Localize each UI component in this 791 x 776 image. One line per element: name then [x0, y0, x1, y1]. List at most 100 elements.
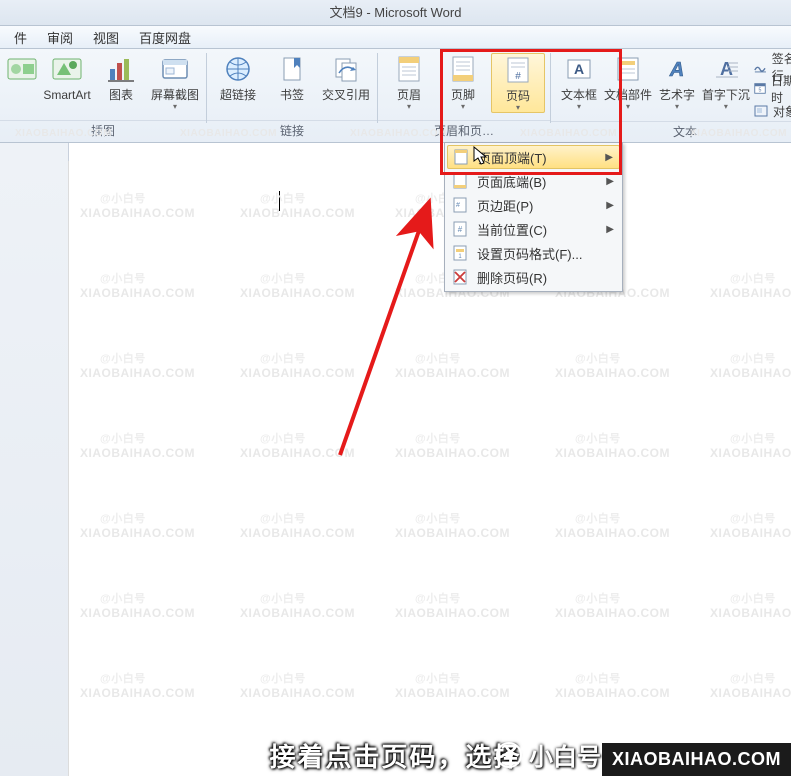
page[interactable]	[68, 161, 791, 776]
menu-item-page-margins[interactable]: # 页边距(P) ▶	[447, 193, 620, 217]
chevron-down-icon: ▾	[626, 102, 630, 111]
signature-icon	[753, 59, 768, 75]
button-label: 首字下沉	[702, 88, 750, 102]
group-label: 插图	[0, 120, 206, 143]
menu-item-format-pagenumber[interactable]: 1 设置页码格式(F)...	[447, 241, 620, 265]
smartart-icon	[6, 53, 38, 85]
gutter	[0, 143, 69, 776]
datetime-button[interactable]: 5 日期和时	[753, 79, 791, 99]
button-label: 页眉	[397, 88, 421, 102]
button-label: 页码	[506, 89, 530, 103]
smartart-half-button[interactable]	[5, 53, 39, 88]
bookmark-button[interactable]: 书签	[266, 53, 318, 102]
page-bottom-icon	[451, 172, 469, 190]
menu-item-label: 页面顶端(T)	[478, 148, 547, 167]
ribbon: SmartArt 图表 屏幕截图 ▾ 插图	[0, 49, 791, 144]
button-label: SmartArt	[43, 88, 90, 102]
menu-item[interactable]: 件	[4, 26, 37, 49]
button-label: 屏幕截图	[151, 88, 199, 102]
ribbon-group-links: 超链接 书签 交叉引用 链接	[207, 49, 377, 143]
datetime-icon: 5	[753, 81, 767, 97]
menubar: 件 审阅 视图 百度网盘	[0, 26, 791, 49]
document-area[interactable]	[0, 142, 791, 776]
pagenumber-icon: #	[502, 54, 534, 86]
window-titlebar: 文档9 - Microsoft Word	[0, 0, 791, 26]
wordart-icon: A	[661, 53, 693, 85]
menu-item-label: 当前位置(C)	[477, 220, 547, 239]
current-position-icon: #	[451, 220, 469, 238]
footer-button[interactable]: 页脚 ▾	[437, 53, 489, 111]
group-label: 文本	[551, 121, 791, 143]
bookmark-icon	[276, 53, 308, 85]
menu-item-label: 页边距(P)	[477, 196, 533, 215]
button-label: 文本框	[561, 88, 597, 102]
crossref-icon	[330, 53, 362, 85]
pagenumber-button[interactable]: # 页码 ▾	[491, 53, 545, 113]
button-label: 艺术字	[659, 88, 695, 102]
textbox-button[interactable]: A 文本框 ▾	[556, 53, 602, 111]
button-label: 交叉引用	[322, 88, 370, 102]
svg-text:#: #	[458, 225, 463, 234]
button-label: 对象	[773, 103, 791, 120]
svg-text:#: #	[515, 71, 521, 82]
menu-item[interactable]: 审阅	[37, 26, 83, 49]
remove-pagenum-icon	[451, 268, 469, 286]
button-label: 页脚	[451, 88, 475, 102]
header-button[interactable]: 页眉 ▾	[383, 53, 435, 111]
submenu-arrow-icon: ▶	[606, 200, 614, 211]
button-label: 图表	[109, 88, 133, 102]
ribbon-group-header-footer: 页眉 ▾ 页脚 ▾ # 页码 ▾ 页眉和页…	[378, 49, 550, 143]
submenu-arrow-icon: ▶	[605, 152, 613, 163]
svg-text:#: #	[456, 202, 460, 209]
wordart-button[interactable]: A 艺术字 ▾	[654, 53, 700, 111]
ribbon-group-insert-illustrations: SmartArt 图表 屏幕截图 ▾ 插图	[0, 49, 206, 143]
page-margin-icon: #	[451, 196, 469, 214]
menu-item-label: 删除页码(R)	[477, 268, 547, 287]
brand-label: 小白号	[529, 737, 601, 772]
menu-item-remove-pagenumber[interactable]: 删除页码(R)	[447, 265, 620, 289]
source-badge: XIAOBAIHAO.COM	[602, 743, 791, 776]
svg-text:A: A	[669, 59, 684, 81]
button-label: 书签	[280, 88, 304, 102]
svg-text:A: A	[574, 61, 584, 77]
chart-icon	[105, 53, 137, 85]
object-icon	[753, 103, 769, 119]
chevron-down-icon: ▾	[461, 102, 465, 111]
menu-item-page-bottom[interactable]: 页面底端(B) ▶	[447, 169, 620, 193]
chevron-down-icon: ▾	[173, 102, 177, 111]
crossref-button[interactable]: 交叉引用	[320, 53, 372, 102]
dropcap-button[interactable]: A 首字下沉 ▾	[702, 53, 750, 111]
pagenumber-dropdown: 页面顶端(T) ▶ 页面底端(B) ▶ # 页边距(P) ▶ # 当前位置(C)…	[444, 142, 623, 292]
chart-button[interactable]: 图表	[95, 53, 147, 102]
hyperlink-icon	[222, 53, 254, 85]
quickparts-button[interactable]: 文档部件 ▾	[604, 53, 652, 111]
submenu-arrow-icon: ▶	[606, 176, 614, 187]
menu-item[interactable]: 百度网盘	[129, 26, 201, 49]
dropcap-icon: A	[710, 53, 742, 85]
smartart-button[interactable]: SmartArt	[41, 53, 93, 102]
hyperlink-button[interactable]: 超链接	[212, 53, 264, 102]
smartart-icon	[51, 53, 83, 85]
window-title: 文档9 - Microsoft Word	[330, 5, 462, 20]
text-caret	[279, 191, 280, 211]
chevron-down-icon: ▾	[724, 102, 728, 111]
menu-item[interactable]: 视图	[83, 26, 129, 49]
menu-item-page-top[interactable]: 页面顶端(T) ▶	[447, 145, 620, 169]
menu-item-current-position[interactable]: # 当前位置(C) ▶	[447, 217, 620, 241]
footer-icon	[447, 53, 479, 85]
page-top-icon	[452, 148, 470, 166]
screenshot-icon	[159, 53, 191, 85]
svg-text:A: A	[720, 59, 733, 79]
chevron-down-icon: ▾	[516, 103, 520, 112]
svg-text:5: 5	[758, 88, 761, 94]
screenshot-button[interactable]: 屏幕截图 ▾	[149, 53, 201, 111]
button-label: 超链接	[220, 88, 256, 102]
group-label: 页眉和页…	[378, 120, 550, 143]
textbox-icon: A	[563, 53, 595, 85]
group-label: 链接	[207, 120, 377, 143]
chevron-down-icon: ▾	[577, 102, 581, 111]
object-button[interactable]: 对象 ▾	[753, 101, 791, 121]
format-pagenum-icon: 1	[451, 244, 469, 262]
header-icon	[393, 53, 425, 85]
button-label: 文档部件	[604, 88, 652, 102]
